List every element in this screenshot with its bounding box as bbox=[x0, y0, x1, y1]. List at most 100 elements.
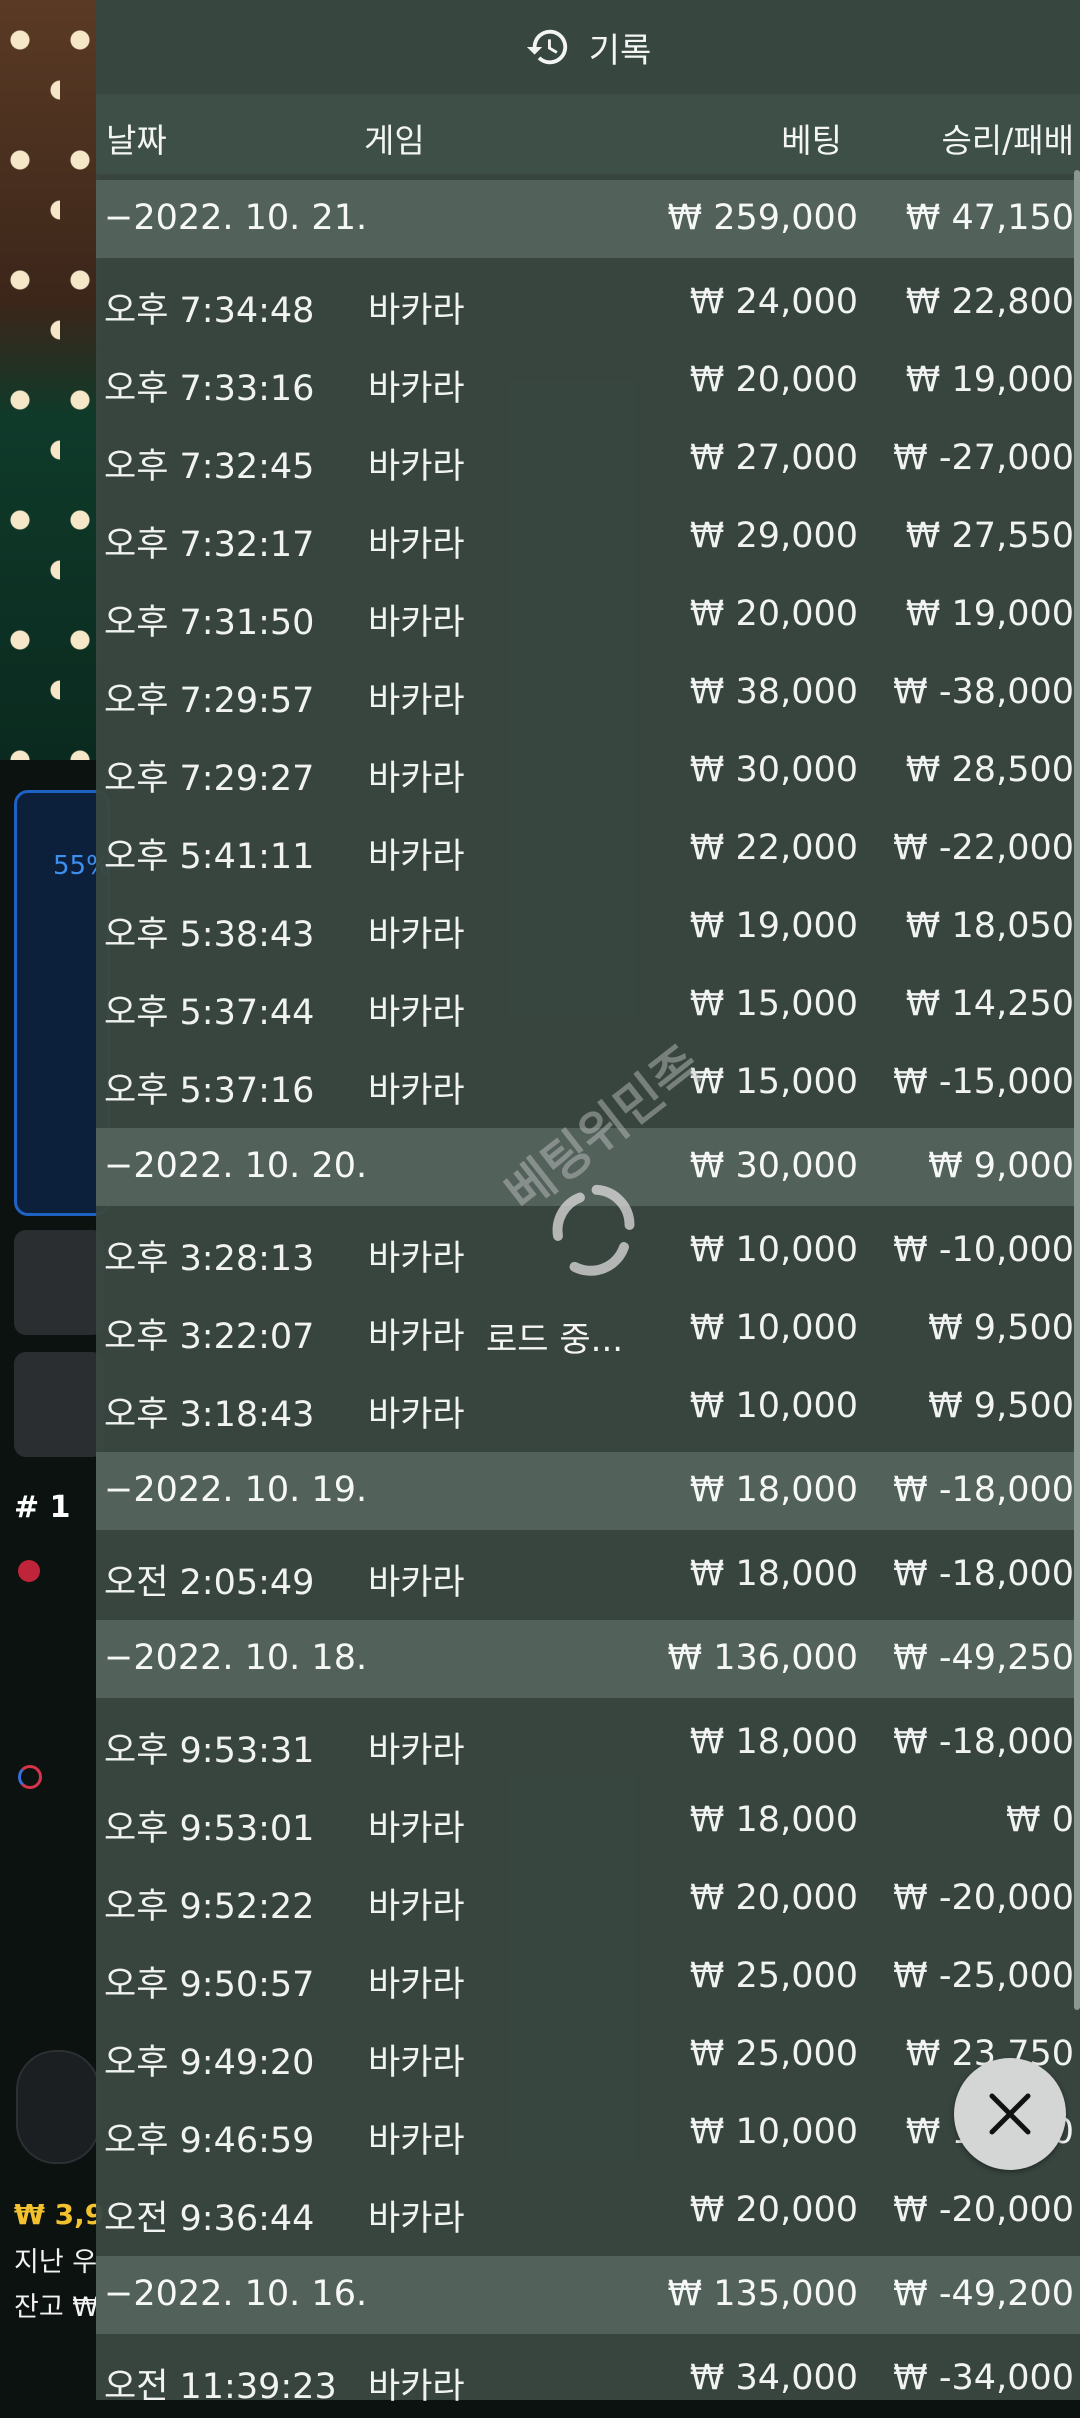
date-bet-total: ₩ 259,000 bbox=[667, 198, 858, 238]
result-cell: ₩ 0 bbox=[1005, 1800, 1074, 1840]
game-cell: 바카라 bbox=[368, 915, 465, 955]
date-bet-total: ₩ 135,000 bbox=[667, 2274, 858, 2314]
loading-text: 로드 중... bbox=[486, 1320, 624, 1360]
history-row[interactable]: 오전 11:39:23 바카라 ₩ 34,000 ₩ -34,000 bbox=[96, 2340, 1080, 2418]
result-cell: ₩ 14,250 bbox=[905, 984, 1074, 1024]
history-row[interactable]: 오후 9:46:59바카라₩ 10,000₩ 10,000 bbox=[96, 2094, 1080, 2172]
panel-header: 기록 bbox=[96, 0, 1080, 94]
column-result: 승리/패배 bbox=[941, 121, 1074, 160]
background-button-1 bbox=[14, 1230, 104, 1335]
bet-cell: ₩ 25,000 bbox=[689, 2034, 858, 2074]
time-cell: 오전 9:36:44 bbox=[104, 2199, 315, 2239]
date-group-row[interactable]: −2022. 10. 21. ₩ 259,000 ₩ 47,150 bbox=[96, 180, 1080, 258]
bet-cell: ₩ 34,000 bbox=[689, 2358, 858, 2398]
close-button[interactable] bbox=[954, 2058, 1066, 2170]
bet-cell: ₩ 18,000 bbox=[689, 1554, 858, 1594]
bet-cell: ₩ 18,000 bbox=[689, 1722, 858, 1762]
time-cell: 오후 7:31:50 bbox=[104, 603, 315, 643]
result-cell: ₩ -22,000 bbox=[893, 828, 1074, 868]
date-group-row[interactable]: −2022. 10. 16. ₩ 135,000 ₩ -49,200 bbox=[96, 2256, 1080, 2334]
bet-cell: ₩ 30,000 bbox=[689, 750, 858, 790]
time-cell: 오후 3:22:07 bbox=[104, 1317, 315, 1357]
game-cell: 바카라 bbox=[368, 993, 465, 1033]
history-row[interactable]: 오후 9:52:22 바카라 ₩ 20,000 ₩ -20,000 bbox=[96, 1860, 1080, 1938]
result-cell: ₩ 28,500 bbox=[905, 750, 1074, 790]
history-row[interactable]: 오후 9:53:01 바카라 ₩ 18,000 ₩ 0 bbox=[96, 1782, 1080, 1860]
result-cell: ₩ 18,050 bbox=[905, 906, 1074, 946]
history-row[interactable]: 오전 2:05:49 바카라 ₩ 18,000 ₩ -18,000 bbox=[96, 1536, 1080, 1614]
history-row[interactable]: 오후 9:50:57 바카라 ₩ 25,000 ₩ -25,000 bbox=[96, 1938, 1080, 2016]
date-result-total: ₩ 9,000 bbox=[928, 1146, 1074, 1186]
game-cell: 바카라 bbox=[368, 1317, 465, 1357]
bet-cell: ₩ 15,000 bbox=[689, 984, 858, 1024]
time-cell: 오후 7:34:48 bbox=[104, 291, 315, 331]
result-cell: ₩ 19,000 bbox=[905, 360, 1074, 400]
time-cell: 오후 7:33:16 bbox=[104, 369, 315, 409]
game-cell: 바카라 bbox=[368, 447, 465, 487]
result-cell: ₩ -34,000 bbox=[893, 2358, 1074, 2398]
history-row[interactable]: 오후 9:53:31 바카라 ₩ 18,000 ₩ -18,000 bbox=[96, 1704, 1080, 1782]
time-cell: 오후 9:46:59 bbox=[104, 2121, 315, 2161]
game-cell: 바카라 bbox=[368, 291, 465, 331]
history-row[interactable]: 오후 9:49:20 바카라 ₩ 25,000 ₩ 23,750 bbox=[96, 2016, 1080, 2094]
result-cell: ₩ -20,000 bbox=[893, 1878, 1074, 1918]
close-icon bbox=[989, 2093, 1031, 2135]
bet-cell: ₩ 25,000 bbox=[689, 1956, 858, 1996]
game-cell: 바카라 bbox=[368, 369, 465, 409]
result-cell: ₩ 27,550 bbox=[905, 516, 1074, 556]
history-row[interactable]: 오후 7:32:17 바카라 ₩ 29,000 ₩ 27,550 bbox=[96, 498, 1080, 576]
game-video-area bbox=[0, 0, 100, 760]
column-bet: 베팅 bbox=[781, 121, 842, 160]
history-row[interactable]: 오후 7:31:50 바카라 ₩ 20,000 ₩ 19,000 bbox=[96, 576, 1080, 654]
game-cell: 바카라 bbox=[368, 1239, 465, 1279]
history-row[interactable]: 오후 7:29:27 바카라 ₩ 30,000 ₩ 28,500 bbox=[96, 732, 1080, 810]
date-label: −2022. 10. 21. bbox=[104, 198, 368, 238]
history-panel: 기록 날짜 게임 베팅 승리/패배 −2022. 10. 21. ₩ 259,00… bbox=[96, 0, 1080, 2407]
date-result-total: ₩ -18,000 bbox=[893, 1470, 1074, 1510]
date-label: −2022. 10. 16. bbox=[104, 2274, 368, 2314]
balance-amount: ₩ 3,9 bbox=[14, 2198, 105, 2231]
scrollbar[interactable] bbox=[1074, 170, 1080, 2010]
game-cell: 바카라 bbox=[368, 1395, 465, 1435]
history-row[interactable]: 오후 7:34:48 바카라 ₩ 24,000 ₩ 22,800 bbox=[96, 264, 1080, 342]
game-cell: 바카라 bbox=[368, 603, 465, 643]
result-cell: ₩ 9,500 bbox=[928, 1386, 1074, 1426]
time-cell: 오후 7:29:57 bbox=[104, 681, 315, 721]
date-bet-total: ₩ 18,000 bbox=[689, 1470, 858, 1510]
bet-cell: ₩ 20,000 bbox=[689, 1878, 858, 1918]
ring-icon bbox=[18, 1765, 42, 1789]
date-group-row[interactable]: −2022. 10. 18. ₩ 136,000 ₩ -49,250 bbox=[96, 1620, 1080, 1698]
game-cell: 바카라 bbox=[368, 1809, 465, 1849]
time-cell: 오후 5:37:16 bbox=[104, 1071, 315, 1111]
date-bet-total: ₩ 136,000 bbox=[667, 1638, 858, 1678]
bet-cell: ₩ 20,000 bbox=[689, 594, 858, 634]
bet-cell: ₩ 29,000 bbox=[689, 516, 858, 556]
history-row[interactable]: 오후 5:41:11 바카라 ₩ 22,000 ₩ -22,000 bbox=[96, 810, 1080, 888]
history-row[interactable]: 오후 5:37:44 바카라 ₩ 15,000 ₩ 14,250 bbox=[96, 966, 1080, 1044]
bet-cell: ₩ 20,000 bbox=[689, 360, 858, 400]
game-cell: 바카라 bbox=[368, 2199, 465, 2239]
history-row[interactable]: 오후 5:38:43 바카라 ₩ 19,000 ₩ 18,050 bbox=[96, 888, 1080, 966]
time-cell: 오전 2:05:49 bbox=[104, 1563, 315, 1603]
history-row[interactable]: 오후 7:29:57 바카라 ₩ 38,000 ₩ -38,000 bbox=[96, 654, 1080, 732]
history-row[interactable]: 오후 7:32:45 바카라 ₩ 27,000 ₩ -27,000 bbox=[96, 420, 1080, 498]
time-cell: 오후 9:53:31 bbox=[104, 1731, 315, 1771]
badge-icon bbox=[18, 1560, 40, 1582]
time-cell: 오후 7:29:27 bbox=[104, 759, 315, 799]
column-game: 게임 bbox=[364, 121, 425, 160]
panel-title: 기록 bbox=[588, 30, 652, 71]
game-cell: 바카라 bbox=[368, 681, 465, 721]
bet-cell: ₩ 10,000 bbox=[689, 2112, 858, 2152]
result-cell: ₩ -18,000 bbox=[893, 1722, 1074, 1762]
time-cell: 오전 11:39:23 bbox=[104, 2367, 337, 2407]
time-cell: 오후 7:32:45 bbox=[104, 447, 315, 487]
history-row[interactable]: 오후 7:33:16 바카라 ₩ 20,000 ₩ 19,000 bbox=[96, 342, 1080, 420]
date-result-total: ₩ -49,250 bbox=[893, 1638, 1074, 1678]
result-cell: ₩ -38,000 bbox=[893, 672, 1074, 712]
game-cell: 바카라 bbox=[368, 2043, 465, 2083]
result-cell: ₩ 22,800 bbox=[905, 282, 1074, 322]
time-cell: 오후 7:32:17 bbox=[104, 525, 315, 565]
history-row[interactable]: 오전 9:36:44 바카라 ₩ 20,000 ₩ -20,000 bbox=[96, 2172, 1080, 2250]
date-group-row[interactable]: −2022. 10. 19. ₩ 18,000 ₩ -18,000 bbox=[96, 1452, 1080, 1530]
date-result-total: ₩ 47,150 bbox=[905, 198, 1074, 238]
